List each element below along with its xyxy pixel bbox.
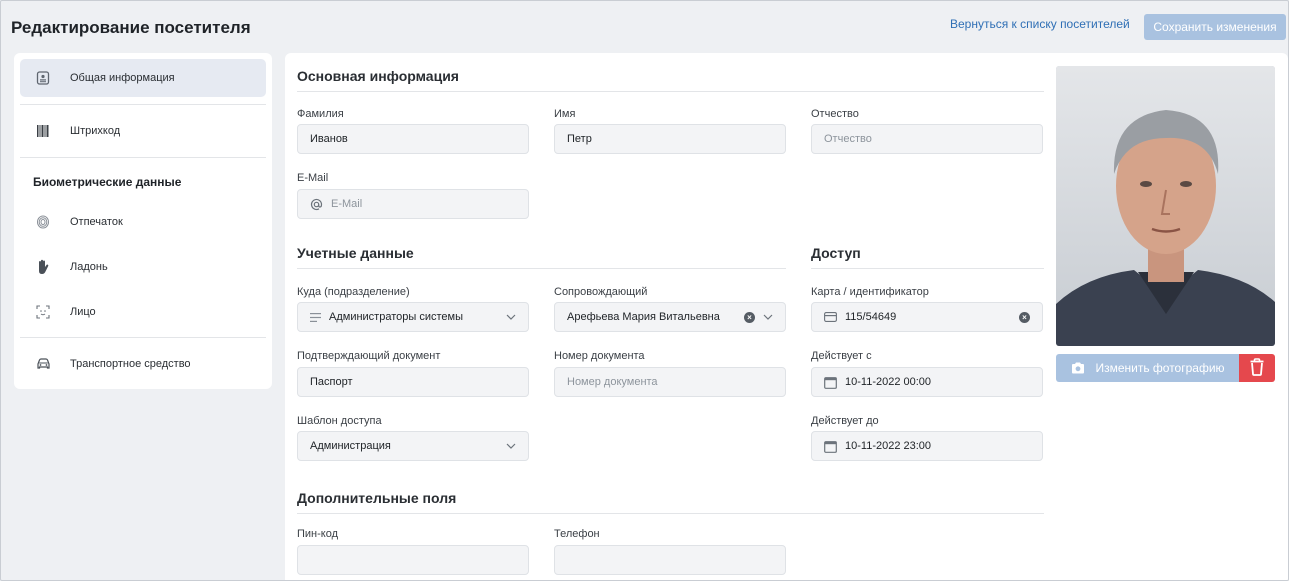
main-panel: Основная информация Фамилия Иванов Имя П… xyxy=(285,53,1288,580)
email-placeholder: E-Mail xyxy=(331,198,363,210)
card-icon xyxy=(824,312,837,322)
first-name-value: Петр xyxy=(567,133,592,145)
card-input[interactable]: 115/54649 × xyxy=(811,302,1043,332)
document-input[interactable]: Паспорт xyxy=(297,367,529,397)
sidebar-item-label: Штрихкод xyxy=(70,125,121,137)
sidebar-item-barcode[interactable]: Штрихкод xyxy=(20,112,266,150)
divider xyxy=(811,268,1044,269)
divider xyxy=(297,513,1044,514)
section-title-extra: Дополнительные поля xyxy=(297,490,457,506)
email-input[interactable]: E-Mail xyxy=(297,189,529,219)
sidebar-item-label: Транспортное средство xyxy=(70,358,191,370)
middle-name-label: Отчество xyxy=(811,108,859,120)
section-title-basic: Основная информация xyxy=(297,68,459,84)
sidebar-item-face[interactable]: Лицо xyxy=(20,293,266,331)
back-to-list-link[interactable]: Вернуться к списку посетителей xyxy=(950,17,1130,31)
divider xyxy=(297,268,786,269)
document-label: Подтверждающий документ xyxy=(297,350,441,362)
section-title-account: Учетные данные xyxy=(297,245,414,261)
save-changes-button[interactable]: Сохранить изменения xyxy=(1144,14,1286,40)
department-select[interactable]: Администраторы системы xyxy=(297,302,529,332)
clear-icon[interactable]: × xyxy=(744,311,755,323)
sidebar-item-fingerprint[interactable]: Отпечаток xyxy=(20,203,266,241)
divider xyxy=(297,91,1044,92)
calendar-icon xyxy=(824,440,837,453)
template-value: Администрация xyxy=(310,440,391,452)
chevron-down-icon xyxy=(506,443,516,449)
face-scan-icon xyxy=(34,303,52,321)
valid-from-label: Действует с xyxy=(811,350,872,362)
valid-to-value: 10-11-2022 23:00 xyxy=(845,440,932,452)
doc-number-label: Номер документа xyxy=(554,350,645,362)
clear-icon[interactable]: × xyxy=(1019,311,1030,323)
id-card-icon xyxy=(34,69,52,87)
sidebar-item-label: Ладонь xyxy=(70,261,108,273)
middle-name-input[interactable]: Отчество xyxy=(811,124,1043,154)
first-name-input[interactable]: Петр xyxy=(554,124,786,154)
top-bar: Редактирование посетителя Вернуться к сп… xyxy=(1,1,1288,49)
valid-from-input[interactable]: 10-11-2022 00:00 xyxy=(811,367,1043,397)
change-photo-label: Изменить фотографию xyxy=(1095,361,1225,375)
doc-number-placeholder: Номер документа xyxy=(567,376,658,388)
chevron-down-icon xyxy=(763,311,773,323)
doc-number-input[interactable]: Номер документа xyxy=(554,367,786,397)
document-value: Паспорт xyxy=(310,376,353,388)
fingerprint-icon xyxy=(34,213,52,231)
phone-input[interactable] xyxy=(554,545,786,575)
calendar-icon xyxy=(824,376,837,389)
section-title-access: Доступ xyxy=(811,245,861,261)
sidebar-item-palm[interactable]: Ладонь xyxy=(20,248,266,286)
car-icon xyxy=(34,355,52,373)
window: Редактирование посетителя Вернуться к сп… xyxy=(0,0,1289,581)
divider xyxy=(20,337,266,338)
sidebar-item-label: Отпечаток xyxy=(70,216,123,228)
first-name-label: Имя xyxy=(554,108,576,120)
barcode-icon xyxy=(34,122,52,140)
at-sign-icon xyxy=(310,198,323,211)
escort-label: Сопровождающий xyxy=(554,286,648,298)
valid-to-label: Действует до xyxy=(811,415,879,427)
sidebar-item-label: Общая информация xyxy=(70,72,175,84)
divider xyxy=(20,104,266,105)
sidebar-item-label: Лицо xyxy=(70,306,96,318)
department-label: Куда (подразделение) xyxy=(297,286,410,298)
change-photo-button[interactable]: Изменить фотографию xyxy=(1056,354,1240,382)
valid-from-value: 10-11-2022 00:00 xyxy=(845,376,932,388)
sidebar: Общая информация Штрихкод Биометрические… xyxy=(14,53,272,389)
escort-select[interactable]: Арефьева Мария Витальевна × xyxy=(554,302,786,332)
access-template-select[interactable]: Администрация xyxy=(297,431,529,461)
delete-photo-button[interactable] xyxy=(1239,354,1275,382)
card-value: 115/54649 xyxy=(845,311,897,323)
last-name-label: Фамилия xyxy=(297,108,344,120)
palm-icon xyxy=(34,258,52,276)
biometric-heading: Биометрические данные xyxy=(33,175,182,189)
last-name-input[interactable]: Иванов xyxy=(297,124,529,154)
visitor-photo xyxy=(1056,66,1275,346)
pin-input[interactable] xyxy=(297,545,529,575)
phone-label: Телефон xyxy=(554,528,600,540)
escort-value: Арефьева Мария Витальевна xyxy=(567,311,720,323)
page-title: Редактирование посетителя xyxy=(11,18,251,37)
card-label: Карта / идентификатор xyxy=(811,286,929,298)
trash-icon xyxy=(1249,357,1265,379)
department-value: Администраторы системы xyxy=(329,311,463,323)
chevron-down-icon xyxy=(506,314,516,320)
divider xyxy=(20,157,266,158)
camera-icon xyxy=(1071,362,1085,374)
list-icon xyxy=(310,312,321,322)
last-name-value: Иванов xyxy=(310,133,348,145)
email-label: E-Mail xyxy=(297,172,329,184)
middle-name-placeholder: Отчество xyxy=(824,133,872,145)
pin-label: Пин-код xyxy=(297,528,339,540)
valid-to-input[interactable]: 10-11-2022 23:00 xyxy=(811,431,1043,461)
sidebar-item-vehicle[interactable]: Транспортное средство xyxy=(20,345,266,383)
template-label: Шаблон доступа xyxy=(297,415,382,427)
sidebar-item-general-info[interactable]: Общая информация xyxy=(20,59,266,97)
